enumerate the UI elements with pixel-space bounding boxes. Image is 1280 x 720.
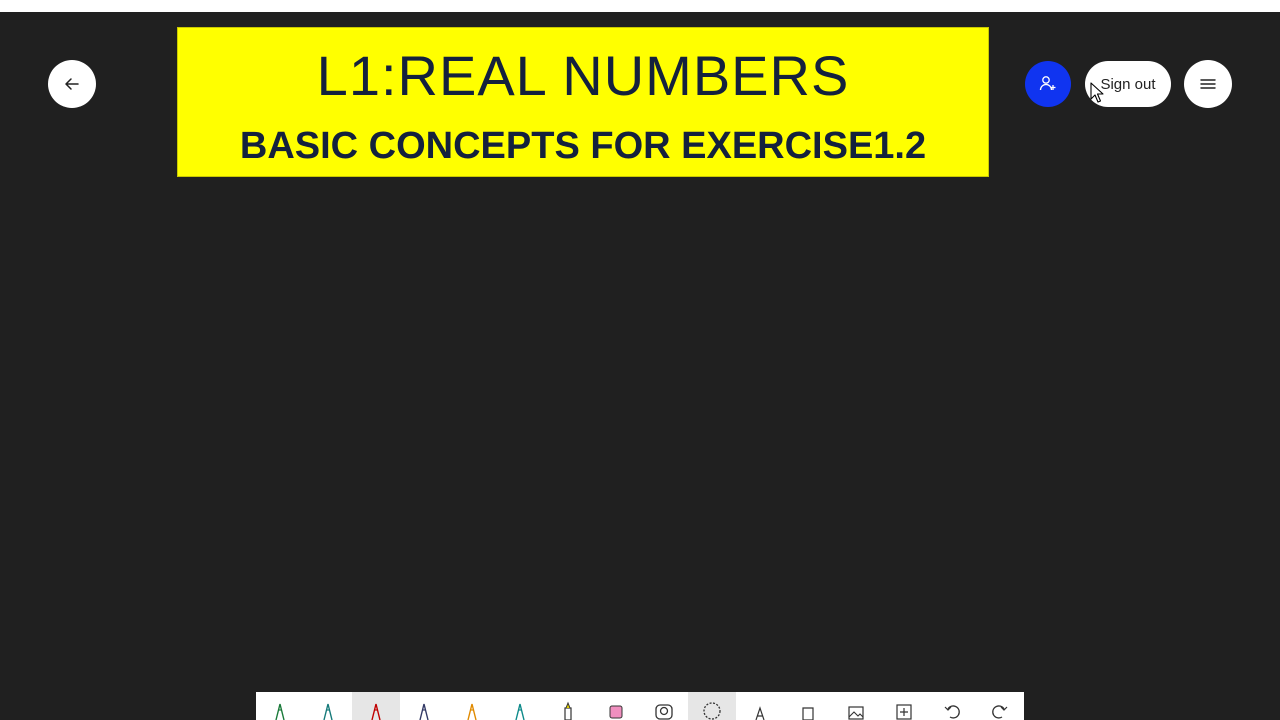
hamburger-menu-icon	[1200, 79, 1216, 89]
toolbar-tool-add-page[interactable]	[880, 692, 928, 720]
arrow-left-icon	[65, 78, 79, 90]
mouse-cursor-icon	[1090, 82, 1104, 103]
lasso-icon	[703, 702, 721, 720]
title-banner: L1:REAL NUMBERS BASIC CONCEPTS FOR EXERC…	[177, 27, 989, 177]
pen-cyan-icon	[515, 703, 525, 720]
toolbar-tool-text-tool[interactable]	[736, 692, 784, 720]
redo-icon	[992, 705, 1008, 719]
toolbar-tool-shape-tool[interactable]	[784, 692, 832, 720]
add-person-icon	[1039, 76, 1056, 91]
pen-red-icon	[371, 703, 381, 720]
toolbar-tool-eraser[interactable]	[592, 692, 640, 720]
toolbar-tool-pen-red[interactable]	[352, 692, 400, 720]
share-button[interactable]	[1025, 61, 1071, 107]
toolbar-tool-undo[interactable]	[928, 692, 976, 720]
add-page-icon	[896, 704, 912, 720]
toolbar-tool-pen-cyan[interactable]	[496, 692, 544, 720]
shape-tool-icon	[802, 707, 814, 720]
image-icon	[848, 706, 864, 720]
pen-teal-icon	[323, 703, 333, 720]
highlighter-icon	[564, 701, 572, 720]
back-button[interactable]	[48, 60, 96, 108]
text-tool-icon	[755, 706, 765, 720]
camera-icon	[655, 704, 673, 720]
window-top-strip	[0, 0, 1280, 12]
drawing-toolbar	[256, 692, 1024, 720]
pen-green-icon	[275, 703, 285, 720]
toolbar-tool-pen-orange[interactable]	[448, 692, 496, 720]
toolbar-tool-redo[interactable]	[976, 692, 1024, 720]
toolbar-tool-pen-navy[interactable]	[400, 692, 448, 720]
pen-navy-icon	[419, 703, 429, 720]
page-title: L1:REAL NUMBERS	[316, 44, 850, 107]
eraser-icon	[609, 705, 623, 719]
toolbar-tool-camera[interactable]	[640, 692, 688, 720]
undo-icon	[944, 705, 960, 719]
toolbar-tool-lasso[interactable]	[688, 692, 736, 720]
toolbar-tool-pen-teal[interactable]	[304, 692, 352, 720]
page-subtitle: BASIC CONCEPTS FOR EXERCISE1.2	[239, 125, 927, 167]
menu-button[interactable]	[1184, 60, 1232, 108]
pen-orange-icon	[467, 703, 477, 720]
toolbar-tool-pen-green[interactable]	[256, 692, 304, 720]
toolbar-tool-highlighter[interactable]	[544, 692, 592, 720]
toolbar-tool-image[interactable]	[832, 692, 880, 720]
